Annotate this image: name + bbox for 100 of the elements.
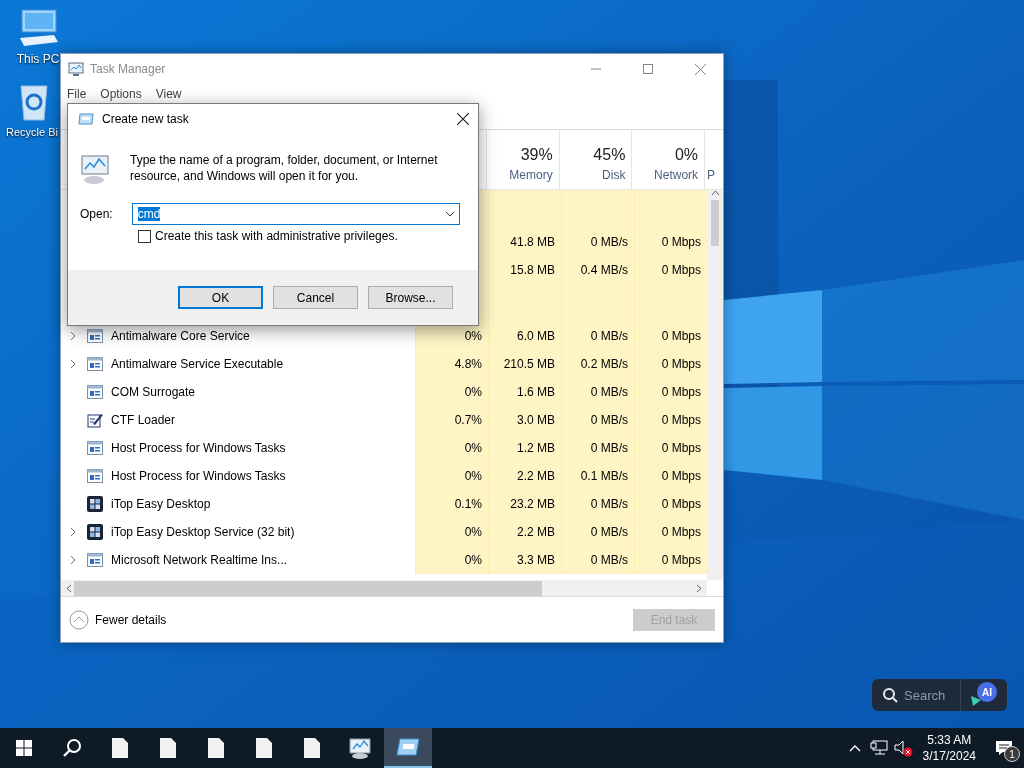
start-icon <box>16 740 32 756</box>
window-icon <box>87 553 103 567</box>
table-cell: 0 Mbps <box>634 322 707 350</box>
assistant-button[interactable]: AI <box>977 682 997 702</box>
table-cell: 2.2 MB <box>488 518 561 546</box>
run-icon <box>78 113 94 125</box>
search-icon <box>882 687 898 703</box>
scroll-up-icon <box>710 190 720 196</box>
dialog-button[interactable]: Browse... <box>368 286 453 309</box>
chevron-right-icon <box>70 527 76 537</box>
table-cell: 0.1% <box>415 490 488 518</box>
table-cell: 0 Mbps <box>634 462 707 490</box>
table-cell: 0% <box>415 462 488 490</box>
table-cell: 0 Mbps <box>634 378 707 406</box>
table-cell: 1.2 MB <box>488 434 561 462</box>
table-cell: 2.2 MB <box>488 462 561 490</box>
chevron-right-icon <box>70 359 76 369</box>
document-icon <box>304 738 320 758</box>
scroll-thumb[interactable] <box>74 580 542 596</box>
table-cell: 0.1 MB/s <box>561 462 634 490</box>
table-cell: 0 Mbps <box>634 350 707 378</box>
field-label: Open: <box>80 207 113 221</box>
scroll-left-icon <box>66 583 72 593</box>
table-cell: 0.7% <box>415 406 488 434</box>
window-icon <box>87 329 103 343</box>
table-cell: 0.4 MB/s <box>561 256 634 284</box>
table-cell: 0 MB/s <box>561 546 634 574</box>
process-name[interactable]: Microsoft Network Realtime Ins... <box>111 553 288 567</box>
desktop-icon-label[interactable]: Recycle Bi <box>6 126 58 138</box>
process-name[interactable]: CTF Loader <box>111 413 176 427</box>
table-cell: 4.8% <box>415 350 488 378</box>
table-cell: 0% <box>415 434 488 462</box>
table-cell: 23.2 MB <box>488 490 561 518</box>
column-header[interactable]: 45% Disk <box>558 130 632 189</box>
open-combobox[interactable]: cmd <box>131 203 460 225</box>
column-header[interactable]: 39% Memory <box>486 130 559 189</box>
dialog-button[interactable]: Cancel <box>273 286 358 309</box>
table-cell: 0 Mbps <box>634 434 707 462</box>
table-cell: 0 Mbps <box>634 546 707 574</box>
menu-item[interactable]: Options <box>100 87 142 101</box>
run-icon <box>396 738 420 756</box>
dialog-button[interactable]: OK <box>178 286 263 309</box>
table-cell: 0 Mbps <box>634 228 707 256</box>
monitor-chart-icon <box>68 61 84 77</box>
table-cell: 0 Mbps <box>634 406 707 434</box>
network-icon <box>869 740 888 756</box>
taskbar-button[interactable] <box>384 728 432 768</box>
chevron-right-icon <box>70 555 76 565</box>
collapse-icon <box>69 609 89 630</box>
dialog-message: Type the name of a program, folder, document, or Internet resource, and Windows will open it for you. <box>130 152 439 184</box>
table-cell: 0 MB/s <box>561 406 634 434</box>
table-cell: 6.0 MB <box>488 322 561 350</box>
close-icon <box>694 63 706 75</box>
table-cell: 0 Mbps <box>634 518 707 546</box>
window-icon <box>87 385 103 399</box>
process-name[interactable]: Antimalware Core Service <box>111 329 250 343</box>
search-icon <box>62 738 82 758</box>
document-icon <box>160 738 176 758</box>
fewer-details-button[interactable]: Fewer details <box>69 609 167 630</box>
table-cell: 15.8 MB <box>488 256 561 284</box>
window-icon <box>87 441 103 455</box>
checkbox-label[interactable]: Create this task with administrative privileges. <box>155 229 398 243</box>
table-cell: 0% <box>415 546 488 574</box>
chevron-right-icon <box>70 331 76 341</box>
notifications-button[interactable]: 1 <box>984 728 1024 768</box>
table-cell: 0 MB/s <box>561 434 634 462</box>
notepad-pen-icon <box>87 412 103 428</box>
table-cell: 3.0 MB <box>488 406 561 434</box>
dropdown-caret-icon <box>444 211 455 217</box>
process-name[interactable]: Antimalware Service Executable <box>111 357 284 371</box>
chevron-up-icon <box>848 744 861 752</box>
table-cell: 210.5 MB <box>488 350 561 378</box>
column-header[interactable]: 0% Network <box>631 130 705 189</box>
process-name[interactable]: COM Surrogate <box>111 385 196 399</box>
table-cell: 0 MB/s <box>561 228 634 256</box>
menu-item[interactable]: View <box>155 87 182 101</box>
table-cell: 41.8 MB <box>488 228 561 256</box>
process-name[interactable]: iTop Easy Desktop <box>111 497 211 511</box>
search-field[interactable]: Search <box>872 679 961 711</box>
column-header[interactable]: P <box>704 130 723 189</box>
table-cell: 0.2 MB/s <box>561 350 634 378</box>
table-cell: 3.3 MB <box>488 546 561 574</box>
window-icon <box>87 357 103 371</box>
process-name[interactable]: iTop Easy Desktop Service (32 bit) <box>111 525 295 539</box>
process-name[interactable]: Host Process for Windows Tasks <box>111 441 286 455</box>
scroll-thumb[interactable] <box>711 200 719 246</box>
horizontal-scrollbar[interactable] <box>61 580 707 596</box>
table-cell: 0% <box>415 518 488 546</box>
table-cell: 0 Mbps <box>634 490 707 518</box>
process-name[interactable]: Host Process for Windows Tasks <box>111 469 286 483</box>
table-cell: 1.6 MB <box>488 378 561 406</box>
clock[interactable]: 5:33 AM 3/17/2024 <box>914 732 984 764</box>
window-icon <box>87 469 103 483</box>
desktop-icon-label[interactable]: This PC <box>16 52 60 66</box>
menu-item[interactable]: File <box>67 87 87 101</box>
checkbox[interactable] <box>138 229 151 243</box>
document-icon <box>256 738 272 758</box>
vertical-scrollbar[interactable] <box>707 190 723 580</box>
table-cell: 0 MB/s <box>561 378 634 406</box>
tiles-icon <box>87 496 103 512</box>
